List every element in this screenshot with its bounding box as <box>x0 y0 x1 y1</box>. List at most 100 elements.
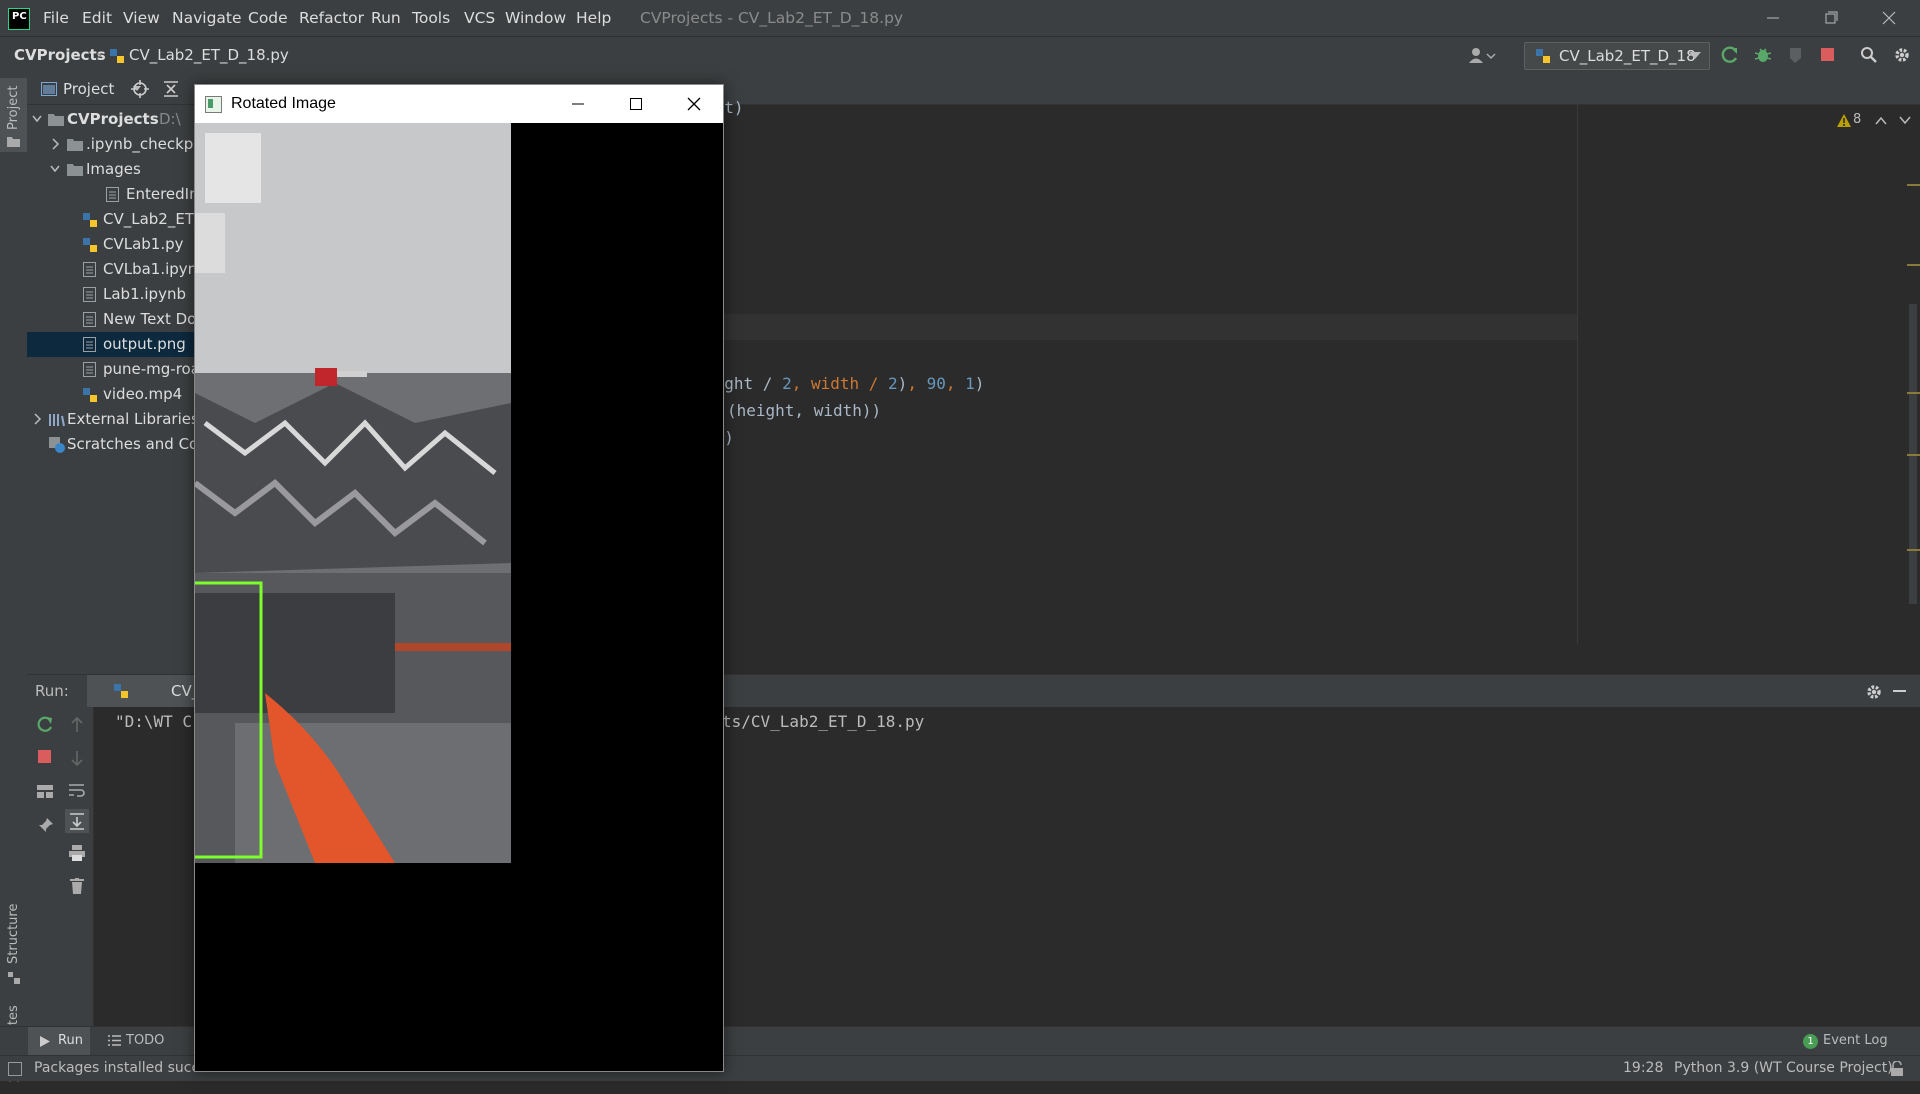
image-maximize-button[interactable] <box>607 85 665 123</box>
navigation-bar: CVProjects › CV_Lab2_ET_D_18.py CV_Lab2_… <box>0 36 1920 75</box>
tree-row-new-text-document[interactable]: New Text Document <box>27 307 253 332</box>
file-icon <box>83 312 96 327</box>
console-output-line-end: ts/CV_Lab2_ET_D_18.py <box>722 712 925 731</box>
console-actions-toolbar <box>61 707 94 1027</box>
image-minimize-button[interactable] <box>549 85 607 123</box>
warning-stripe-marker[interactable] <box>1907 392 1920 394</box>
menu-tools[interactable]: Tools <box>412 0 450 36</box>
image-close-button[interactable] <box>665 85 723 123</box>
coverage-icon[interactable] <box>1786 45 1806 65</box>
todo-tool-button[interactable]: TODO <box>104 1027 174 1055</box>
warning-stripe-marker[interactable] <box>1907 549 1920 551</box>
menu-refactor[interactable]: Refactor <box>299 0 364 36</box>
locate-file-icon[interactable] <box>131 80 149 98</box>
debug-icon[interactable] <box>1753 45 1773 65</box>
rotated-image-window[interactable]: Rotated Image <box>194 84 724 1072</box>
expand-chevron-icon[interactable] <box>31 407 43 432</box>
expand-chevron-icon[interactable] <box>49 157 61 182</box>
menu-run[interactable]: Run <box>371 0 401 36</box>
restore-button[interactable] <box>1802 0 1860 36</box>
tree-row-root[interactable]: CVProjects D:\ <box>27 107 192 132</box>
close-window-button[interactable] <box>1860 0 1918 36</box>
trash-icon[interactable] <box>70 878 84 894</box>
stop-icon[interactable] <box>1820 47 1836 63</box>
hide-panel-icon[interactable] <box>1893 690 1906 692</box>
play-icon <box>40 1036 50 1047</box>
previous-highlight-icon[interactable] <box>1875 116 1887 125</box>
code-editor[interactable]: dst) eight / 2, width / 2), 90, 1) (heig… <box>677 74 1920 644</box>
run-tool-button[interactable]: Run <box>28 1027 90 1055</box>
stop-icon[interactable] <box>38 750 52 764</box>
run-configuration-select[interactable]: CV_Lab2_ET_D_18 <box>1524 42 1710 70</box>
settings-gear-icon[interactable] <box>1893 46 1911 64</box>
menu-navigate[interactable]: Navigate <box>172 0 242 36</box>
scroll-up-icon[interactable] <box>70 717 84 733</box>
toggle-tool-windows-icon[interactable] <box>8 1062 22 1076</box>
minimize-button[interactable] <box>1744 0 1802 36</box>
event-log-button[interactable]: 1 Event Log <box>1800 1027 1910 1055</box>
menu-edit[interactable]: Edit <box>82 0 112 36</box>
image-file-icon <box>83 337 96 352</box>
rotated-street-photo <box>195 123 723 1071</box>
menu-file[interactable]: File <box>43 0 69 36</box>
soft-wrap-icon[interactable] <box>69 783 85 797</box>
pycharm-logo-icon: PC <box>8 8 30 30</box>
project-view-select[interactable]: Project <box>63 74 114 104</box>
print-icon[interactable] <box>69 845 85 861</box>
python-config-icon <box>1535 48 1551 64</box>
expand-chevron-icon[interactable] <box>49 132 61 157</box>
tree-row-cv-lab2[interactable]: CV_Lab2_ET_D_18.py <box>27 207 263 232</box>
rerun-icon[interactable] <box>36 715 54 733</box>
project-tool-tab[interactable]: Project <box>0 78 27 152</box>
image-window-titlebar[interactable]: Rotated Image <box>195 85 723 123</box>
warnings-count: 8 <box>1853 112 1862 127</box>
warning-stripe-marker[interactable] <box>1907 184 1920 186</box>
scroll-down-icon[interactable] <box>70 750 84 766</box>
search-icon[interactable] <box>1860 46 1878 64</box>
tree-row-cvlab1[interactable]: CVLab1.py <box>27 232 192 257</box>
tree-row-cvlba1[interactable]: CVLba1.ipynb <box>27 257 207 282</box>
menu-window[interactable]: Window <box>505 0 566 36</box>
tree-row-pune-mg-road[interactable]: pune-mg-road <box>27 357 209 382</box>
next-highlight-icon[interactable] <box>1899 116 1911 125</box>
code-line: eight / 2, width / 2), 90, 1) <box>705 374 985 393</box>
warning-stripe-marker[interactable] <box>1907 454 1920 456</box>
collapse-all-icon[interactable] <box>163 81 179 97</box>
tree-row-external-libraries[interactable]: External Libraries <box>27 407 199 432</box>
python-interpreter[interactable]: Python 3.9 (WT Course Project) <box>1674 1056 1893 1081</box>
layout-icon[interactable] <box>37 785 53 799</box>
scratches-icon <box>49 437 65 453</box>
expand-chevron-icon[interactable] <box>31 107 43 132</box>
rerun-icon[interactable] <box>1720 45 1740 65</box>
file-icon <box>83 287 96 302</box>
tree-row-scratches[interactable]: Scratches and Consoles <box>27 432 246 457</box>
menu-vcs[interactable]: VCS <box>464 0 495 36</box>
settings-gear-icon[interactable] <box>1865 683 1883 701</box>
chevron-down-icon <box>1689 52 1701 60</box>
status-message[interactable]: Packages installed succe <box>34 1056 208 1081</box>
folder-icon <box>48 113 64 126</box>
tree-row-lab1[interactable]: Lab1.ipynb <box>27 282 192 307</box>
tree-row-video-mp4[interactable]: video.mp4 <box>27 382 192 407</box>
caret-position[interactable]: 19:28 <box>1623 1056 1663 1081</box>
user-account-icon[interactable] <box>1468 46 1496 64</box>
run-label: Run: <box>35 682 69 700</box>
image-canvas[interactable] <box>195 123 723 1071</box>
menu-help[interactable]: Help <box>576 0 611 36</box>
folder-icon <box>67 163 83 176</box>
run-actions-toolbar <box>27 707 61 1027</box>
warning-icon[interactable] <box>1837 114 1851 127</box>
warning-stripe-marker[interactable] <box>1907 264 1920 266</box>
lock-icon[interactable] <box>1890 1061 1904 1076</box>
pin-icon[interactable] <box>38 817 54 833</box>
scroll-to-end-toggle[interactable] <box>65 809 89 833</box>
current-line-highlight <box>677 314 1577 340</box>
breadcrumb-file[interactable]: CV_Lab2_ET_D_18.py <box>129 37 289 74</box>
tree-row-ipynb-checkpoints[interactable]: .ipynb_checkpoints <box>27 132 230 157</box>
tree-row-images[interactable]: Images <box>27 157 192 182</box>
file-icon <box>83 262 96 277</box>
breadcrumb-project[interactable]: CVProjects <box>14 37 106 74</box>
menu-view[interactable]: View <box>123 0 160 36</box>
menu-code[interactable]: Code <box>248 0 288 36</box>
tree-row-entered-image[interactable]: EnteredImage <box>27 182 232 207</box>
